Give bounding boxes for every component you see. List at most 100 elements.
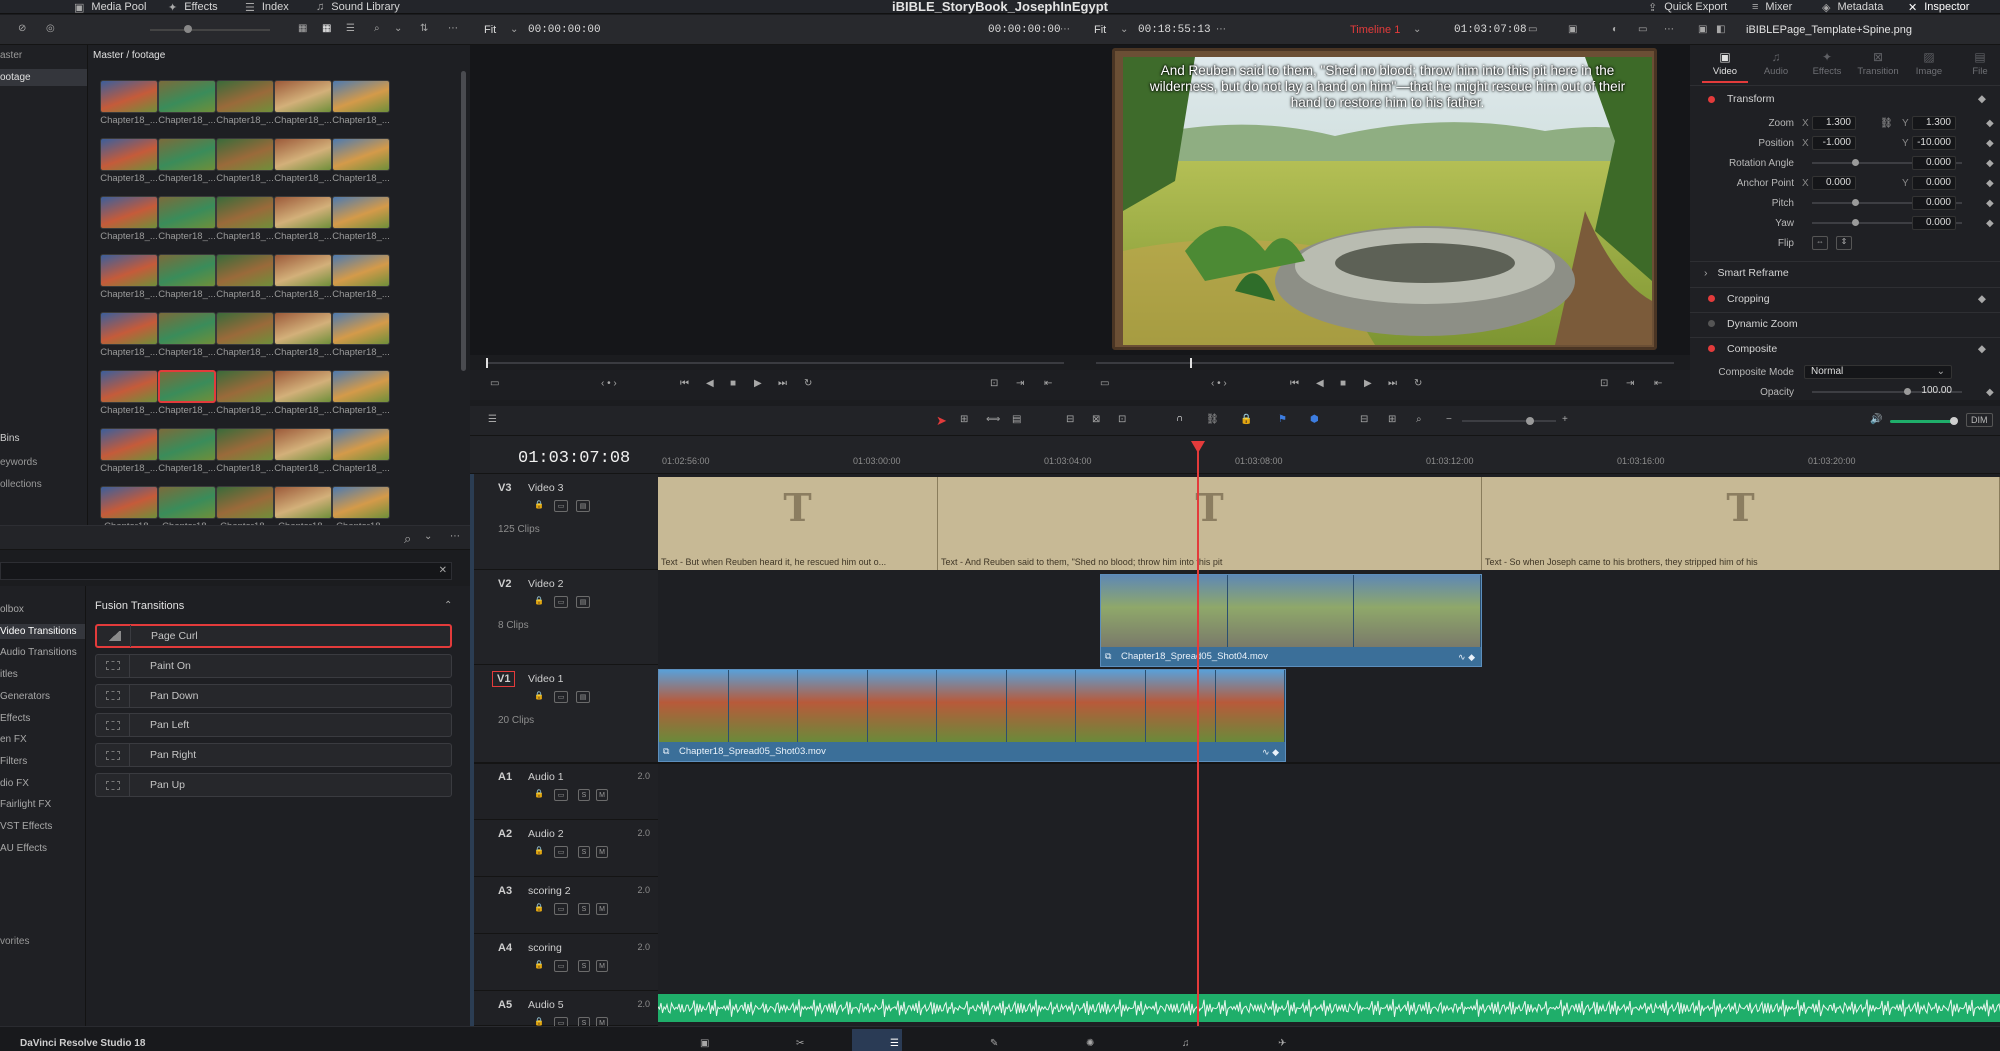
chevron-down-icon[interactable]: ⌄ xyxy=(394,23,402,34)
media-thumbnail[interactable] xyxy=(216,196,274,229)
transform-section-header[interactable]: Transform ◆ xyxy=(1690,88,2000,110)
keyframe-curve-icon[interactable]: ∿ ◆ xyxy=(1262,747,1279,758)
media-page-icon[interactable]: ▣ xyxy=(700,1038,709,1049)
solo-button[interactable]: S xyxy=(578,789,590,801)
position-x-field[interactable]: -1.000 xyxy=(1812,136,1856,150)
stop-icon[interactable]: ■ xyxy=(730,378,736,389)
sidebar-item-effect-category[interactable]: dio FX xyxy=(0,778,29,789)
media-thumbnail[interactable] xyxy=(100,196,158,229)
yaw-field[interactable]: 0.000 xyxy=(1912,216,1956,230)
media-thumbnail[interactable] xyxy=(332,138,390,171)
playhead[interactable] xyxy=(1197,444,1199,1026)
enable-dot-icon[interactable] xyxy=(1708,295,1715,302)
video-clip[interactable]: ⧉ Chapter18_Spread05_Shot03.mov ∿ ◆ xyxy=(658,669,1286,762)
sort-icon[interactable]: ⇅ xyxy=(420,23,428,34)
keyframe-diamond-icon[interactable]: ◆ xyxy=(1986,138,1994,149)
pool-scrollbar[interactable] xyxy=(461,71,466,371)
play-reverse-icon[interactable]: ◀ xyxy=(1316,378,1324,389)
sidebar-item-effect-category[interactable]: Effects xyxy=(0,713,30,724)
chevron-down-icon[interactable]: ⌄ xyxy=(1120,24,1128,35)
tab-media-pool[interactable]: ▣ Media Pool xyxy=(74,0,146,14)
keyframe-diamond-icon[interactable]: ◆ xyxy=(1986,158,1994,169)
enable-dot-icon[interactable] xyxy=(1708,320,1715,327)
media-thumbnail[interactable] xyxy=(100,312,158,345)
zoom-detail-icon[interactable]: ⊞ xyxy=(1388,414,1396,425)
transition-item[interactable]: Pan Down xyxy=(95,683,452,708)
viewer-options-icon[interactable]: ▭ xyxy=(1100,378,1109,389)
search-icon[interactable]: ⌕ xyxy=(374,23,380,34)
tab-quick-export[interactable]: ⇪ Quick Export xyxy=(1648,0,1727,14)
media-thumbnail[interactable] xyxy=(100,80,158,113)
inspector-tab-video[interactable]: ▣ Video xyxy=(1702,50,1748,83)
media-thumbnail[interactable] xyxy=(332,486,390,519)
mute-button[interactable]: M xyxy=(596,903,608,915)
jog-icon[interactable]: ‹ • › xyxy=(601,378,617,389)
breadcrumb[interactable]: Master / footage xyxy=(93,50,165,61)
sidebar-item-effect-category[interactable]: olbox xyxy=(0,604,24,615)
source-scrubber[interactable] xyxy=(486,362,1064,364)
source-fit-dropdown[interactable]: Fit xyxy=(484,24,496,36)
inspector-tab-file[interactable]: ▤ File xyxy=(1957,50,2000,77)
sidebar-item-effect-category[interactable]: Video Transitions xyxy=(0,623,85,639)
media-thumbnail[interactable] xyxy=(158,312,216,345)
trim-tool-icon[interactable]: ⊞ xyxy=(960,414,968,425)
timeline-scrubber[interactable] xyxy=(1096,362,1674,364)
timeline-fit-dropdown[interactable]: Fit xyxy=(1094,24,1106,36)
media-thumbnail[interactable] xyxy=(100,138,158,171)
play-reverse-icon[interactable]: ◀ xyxy=(706,378,714,389)
media-thumbnail[interactable] xyxy=(216,138,274,171)
tab-index[interactable]: ☰ Index xyxy=(245,0,289,14)
media-thumbnail[interactable] xyxy=(274,80,332,113)
sidebar-item-effect-category[interactable]: Audio Transitions xyxy=(0,647,77,658)
insert-clip-icon[interactable]: ⊟ xyxy=(1066,414,1074,425)
keyframe-diamond-icon[interactable]: ◆ xyxy=(1986,218,1994,229)
enable-dot-icon[interactable] xyxy=(1708,95,1715,103)
selection-tool-icon[interactable]: ➤ xyxy=(936,413,947,429)
rotation-slider-handle[interactable] xyxy=(1852,159,1859,166)
sidebar-item-effect-category[interactable]: AU Effects xyxy=(0,843,47,854)
transition-item[interactable]: Paint On xyxy=(95,653,452,678)
media-thumbnail[interactable] xyxy=(274,428,332,461)
grid-view-icon[interactable]: ▦ xyxy=(322,23,331,34)
more-options-icon[interactable]: ⋯ xyxy=(450,531,460,542)
media-thumbnail[interactable] xyxy=(332,312,390,345)
play-icon[interactable]: ▶ xyxy=(754,378,762,389)
fusion-page-icon[interactable]: ✎ xyxy=(990,1038,998,1049)
output-icon[interactable]: ▣ xyxy=(1568,24,1577,35)
zoom-full-icon[interactable]: ⊟ xyxy=(1360,414,1368,425)
tab-effects[interactable]: ✦ Effects xyxy=(168,0,218,14)
go-to-end-icon[interactable]: ⏭ xyxy=(1388,378,1397,389)
cropping-section-header[interactable]: Cropping ◆ xyxy=(1690,287,2000,309)
track-name[interactable]: Audio 5 xyxy=(528,999,564,1011)
smart-reframe-section-header[interactable]: › Smart Reframe xyxy=(1690,261,2000,283)
media-thumbnail[interactable] xyxy=(274,312,332,345)
track-name[interactable]: scoring 2 xyxy=(528,885,571,897)
media-thumbnail[interactable] xyxy=(100,254,158,287)
inspector-tab-effects[interactable]: ✦ Effects xyxy=(1804,50,1850,77)
thumb-size-handle[interactable] xyxy=(184,25,192,33)
link-icon[interactable]: ⊘ xyxy=(18,23,26,34)
media-thumbnail[interactable] xyxy=(100,370,158,403)
audio-clip[interactable] xyxy=(657,994,2000,1022)
title-clip[interactable]: T Text - And Reuben said to them, "Shed n… xyxy=(938,477,1482,570)
title-clip[interactable]: T Text - So when Joseph came to his broth… xyxy=(1482,477,2000,570)
flip-horizontal-icon[interactable]: ⇔ xyxy=(1812,236,1828,250)
lock-track-icon[interactable]: 🔒 xyxy=(534,691,544,700)
playhead-handle[interactable] xyxy=(1191,441,1205,453)
match-frame-icon[interactable]: ⊡ xyxy=(990,378,998,389)
speaker-icon[interactable]: 🔊 xyxy=(1870,414,1882,425)
media-thumbnail[interactable] xyxy=(100,486,158,519)
track-header-a3[interactable]: A3 scoring 2 2.0 🔒 ▭ S M xyxy=(470,877,658,934)
composite-section-header[interactable]: Composite ◆ xyxy=(1690,337,2000,359)
track-name[interactable]: Video 2 xyxy=(528,578,563,590)
sidebar-item-keywords[interactable]: eywords xyxy=(0,457,37,468)
zoom-in-icon[interactable]: + xyxy=(1562,414,1568,425)
solo-button[interactable]: S xyxy=(578,960,590,972)
keyframe-curve-icon[interactable]: ∿ ◆ xyxy=(1458,652,1475,663)
track-name[interactable]: Audio 1 xyxy=(528,771,564,783)
effects-search-input[interactable]: ✕ xyxy=(0,562,452,580)
tab-metadata[interactable]: ◈ Metadata xyxy=(1822,0,1883,14)
marker-icon[interactable]: ⬢ xyxy=(1310,414,1319,425)
sidebar-item-effect-category[interactable]: Fairlight FX xyxy=(0,799,51,810)
lock-track-icon[interactable]: 🔒 xyxy=(534,903,544,912)
